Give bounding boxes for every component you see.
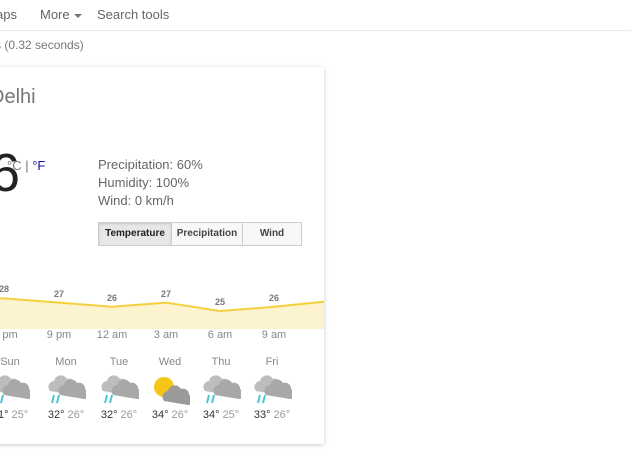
weather-card: Delhi 6 °C | °F Precipitation: 60% Humid… (0, 67, 324, 444)
high-temp: 32° (100, 409, 118, 421)
day-forecast-fri[interactable]: Fri 33° 26° (247, 355, 297, 421)
low-temp: 26° (67, 409, 85, 421)
day-temps: 31°25° (0, 409, 35, 421)
sun-cloud-icon (154, 377, 190, 406)
hour-label: pm (2, 329, 18, 341)
tab-precipitation[interactable]: Precipitation (172, 223, 243, 245)
chart-value-label: 26 (106, 292, 118, 303)
hour-label: 6 am (207, 329, 233, 341)
chart-value-label: 25 (214, 297, 226, 307)
day-temps: 34° 25° (196, 409, 246, 421)
day-name: Tue (109, 356, 129, 368)
day-temps: 32° 26° (41, 409, 91, 421)
wind-text: Wind: 0 km/h (98, 193, 174, 208)
rain-cloud-icon (203, 375, 241, 404)
hour-label: 9 am (261, 329, 287, 341)
day-temps: 33° 26° (247, 409, 297, 421)
chart-value-label: 27 (160, 288, 172, 299)
hour-label: 12 am (96, 329, 128, 341)
weather-location: Delhi (0, 86, 36, 108)
day-name: Fri (265, 356, 279, 368)
nav-maps-link[interactable]: aps (0, 7, 17, 22)
rain-cloud-icon (48, 375, 86, 404)
hour-label: 9 pm (46, 329, 72, 341)
unit-separator: | (25, 158, 29, 173)
rain-cloud-icon (0, 375, 30, 404)
day-forecast-sun[interactable]: Sun 31°25° (0, 355, 35, 421)
low-temp: 26° (171, 409, 189, 421)
tab-temperature[interactable]: Temperature (99, 223, 172, 245)
day-name: Wed (158, 356, 182, 368)
chevron-down-icon (73, 13, 82, 18)
low-temp: 25° (222, 409, 240, 421)
search-nav-bar: aps More Search tools (0, 0, 631, 31)
low-temp: 26° (273, 409, 291, 421)
unit-fahrenheit[interactable]: °F (32, 158, 45, 173)
tab-wind[interactable]: Wind (243, 223, 301, 245)
chart-value-label: 26 (268, 292, 280, 303)
high-temp: 34° (151, 409, 169, 421)
day-forecast-mon[interactable]: Mon 32° 26° (41, 355, 91, 421)
low-temp: 25° (11, 409, 29, 421)
weather-details: Precipitation: 60% Humidity: 100% Wind: … (98, 156, 203, 210)
low-temp: 26° (120, 409, 138, 421)
high-temp: 32° (47, 409, 65, 421)
chart-value-label: 28 (0, 284, 10, 295)
nav-search-tools[interactable]: Search tools (97, 7, 169, 22)
rain-cloud-icon (101, 375, 139, 404)
day-forecast-wed[interactable]: Wed 34° 26° (145, 355, 195, 421)
day-temps: 34° 26° (145, 409, 195, 421)
day-forecast-thu[interactable]: Thu 34° 25° (196, 355, 246, 421)
high-temp: 31° (0, 409, 9, 421)
nav-more-label: More (40, 7, 70, 22)
chart-value-label: 27 (53, 288, 65, 299)
nav-more-menu[interactable]: More (40, 7, 82, 22)
result-stats: s (0.32 seconds) (0, 38, 84, 52)
day-temps: 32° 26° (94, 409, 144, 421)
day-name: Thu (211, 356, 231, 368)
unit-celsius[interactable]: °C (7, 158, 22, 173)
day-forecast-tue[interactable]: Tue 32° 26° (94, 355, 144, 421)
humidity-text: Humidity: 100% (98, 175, 190, 190)
unit-toggle: °C | °F (7, 158, 45, 173)
day-name: Mon (55, 356, 77, 368)
current-temperature: 6 (0, 143, 21, 203)
chart-tabs: Temperature Precipitation Wind (98, 222, 302, 246)
day-name: Sun (0, 356, 20, 368)
high-temp: 33° (253, 409, 271, 421)
rain-cloud-icon (254, 375, 292, 404)
precipitation-text: Precipitation: 60% (98, 157, 203, 172)
high-temp: 34° (202, 409, 220, 421)
hour-label: 3 am (153, 329, 179, 341)
